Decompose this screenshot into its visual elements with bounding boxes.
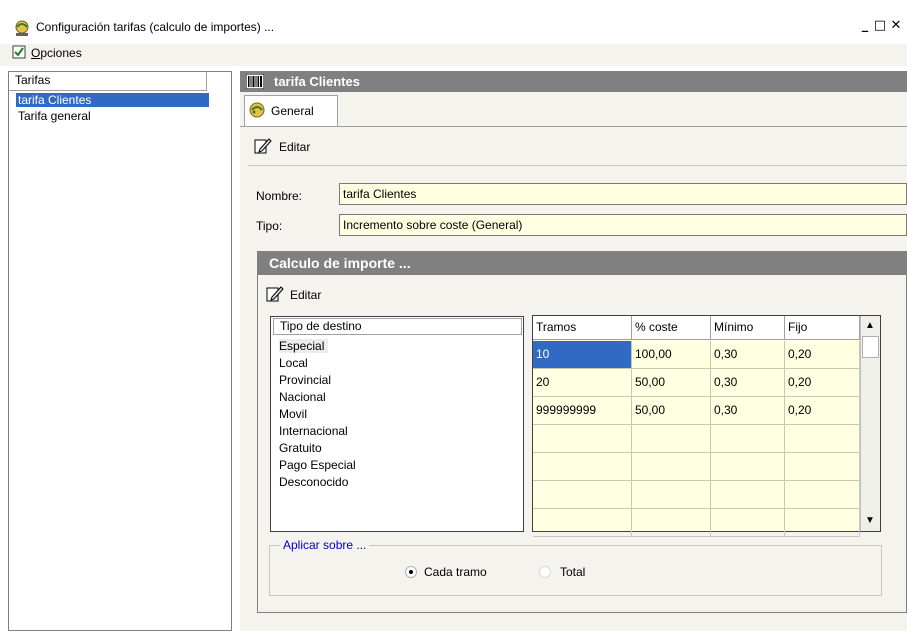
destination-list-header[interactable]: Tipo de destino (273, 318, 522, 335)
grid-cell[interactable]: 100,00 (632, 341, 711, 369)
grid-column-header[interactable]: Mínimo (711, 316, 785, 340)
menu-bar (0, 44, 907, 66)
destination-item[interactable]: Desconocido (279, 475, 348, 489)
grid-cell[interactable] (632, 453, 711, 481)
nombre-label: Nombre: (256, 189, 303, 203)
grid-cell[interactable]: 0,30 (711, 397, 785, 425)
app-icon (13, 19, 31, 37)
destination-item[interactable]: Gratuito (279, 441, 322, 455)
grid-cell[interactable]: 50,00 (632, 397, 711, 425)
grid-cell[interactable]: 0,30 (711, 341, 785, 369)
grid-cell[interactable] (533, 453, 632, 481)
tree-item-tarifa-clientes[interactable]: tarifa Clientes (16, 93, 209, 107)
radio-total[interactable] (539, 566, 551, 578)
scroll-up-button[interactable]: ▲ (861, 317, 879, 335)
grid-column-header[interactable]: Tramos (533, 316, 632, 340)
grid-cell[interactable]: 20 (533, 369, 632, 397)
window-title: Configuración tarifas (calculo de import… (36, 20, 275, 34)
separator (248, 165, 907, 166)
tab-general-label: General (271, 104, 314, 118)
destination-item[interactable]: Pago Especial (279, 458, 356, 472)
tree-item-tarifa-general[interactable]: Tarifa general (16, 109, 93, 123)
grid-cell[interactable] (711, 453, 785, 481)
destination-item[interactable]: Internacional (279, 424, 348, 438)
grid-cell[interactable]: 0,20 (785, 341, 860, 369)
grid-cell[interactable] (711, 425, 785, 453)
detail-header: tarifa Clientes (240, 71, 907, 92)
grid-cell[interactable] (533, 509, 632, 537)
barcode-icon (245, 73, 265, 90)
destination-item[interactable]: Nacional (279, 390, 326, 404)
destination-item[interactable]: Provincial (279, 373, 331, 387)
calc-edit-button[interactable] (266, 285, 284, 305)
tarifas-tree-panel[interactable] (8, 71, 232, 631)
general-tab-icon (248, 101, 266, 119)
grid-cell[interactable] (785, 509, 860, 537)
radio-total-label[interactable]: Total (560, 565, 585, 579)
destination-item[interactable]: Local (279, 356, 308, 370)
grid-cell[interactable] (533, 481, 632, 509)
grid-cell[interactable]: 0,30 (711, 369, 785, 397)
edit-button[interactable] (254, 137, 272, 157)
destination-item[interactable]: Movil (279, 407, 307, 421)
menu-opciones[interactable]: Opciones (31, 46, 82, 60)
tipo-label: Tipo: (256, 219, 283, 233)
destination-item[interactable]: Especial (279, 339, 329, 353)
grid-cell[interactable] (533, 425, 632, 453)
calc-edit-button-label[interactable]: Editar (290, 288, 321, 302)
edit-icon (254, 138, 272, 154)
grid-cell[interactable] (711, 481, 785, 509)
grid-cell[interactable] (785, 425, 860, 453)
checklist-icon (12, 45, 26, 59)
menu-opciones-accel: O (31, 46, 41, 60)
grid-cell[interactable]: 999999999 (533, 397, 632, 425)
menu-opciones-label: pciones (40, 46, 82, 60)
grid-cell[interactable]: 50,00 (632, 369, 711, 397)
grid-cell[interactable]: 0,20 (785, 369, 860, 397)
tipo-field[interactable]: Incremento sobre coste (General) (339, 214, 907, 236)
aplicar-label: Aplicar sobre ... (280, 538, 370, 552)
grid-cell[interactable] (632, 481, 711, 509)
edit-icon (266, 286, 284, 302)
nombre-field[interactable]: tarifa Clientes (339, 183, 907, 205)
maximize-button[interactable]: □ (873, 19, 887, 33)
grid-cell[interactable] (632, 509, 711, 537)
calculo-header: Calculo de importe ... (258, 252, 907, 275)
radio-cada-tramo-label[interactable]: Cada tramo (424, 565, 487, 579)
scroll-down-button[interactable]: ▼ (861, 512, 879, 530)
grid-cell[interactable]: 10 (533, 341, 632, 369)
edit-button-label[interactable]: Editar (279, 140, 310, 154)
grid-cell[interactable] (785, 481, 860, 509)
grid-cell[interactable] (632, 425, 711, 453)
grid-cell[interactable] (785, 453, 860, 481)
tarifas-tree-header[interactable]: Tarifas (9, 72, 207, 91)
grid-cell[interactable]: 0,20 (785, 397, 860, 425)
grid-column-header[interactable]: Fijo (785, 316, 860, 340)
scroll-thumb[interactable] (862, 336, 879, 358)
grid-column-header[interactable]: % coste (632, 316, 711, 340)
close-button[interactable]: ✕ (889, 19, 903, 33)
tab-divider (240, 126, 907, 127)
minimize-button[interactable]: _ (858, 19, 872, 33)
radio-selected-dot (409, 570, 413, 574)
grid-cell[interactable] (711, 509, 785, 537)
